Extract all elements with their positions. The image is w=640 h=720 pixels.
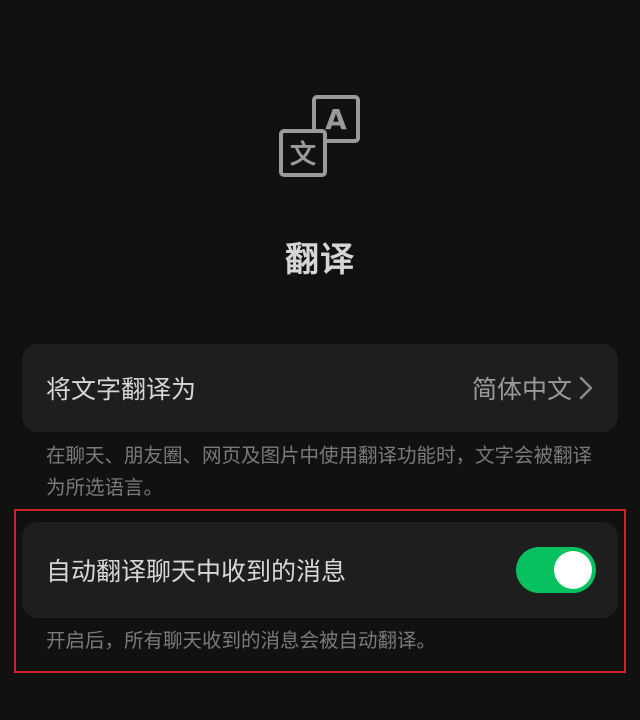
translate-icon: A 文 [279,95,360,177]
translate-target-value: 简体中文 [471,375,572,404]
translate-target-row[interactable]: 将文字翻译为 简体中文 [22,344,618,432]
auto-translate-label: 自动翻译聊天中收到的消息 [46,557,347,586]
translate-settings-screen: A 文 翻译 将文字翻译为 简体中文 在聊天、朋友圈、网页及图片中使用翻译功能时… [0,0,640,720]
auto-translate-row: 自动翻译聊天中收到的消息 [22,522,618,618]
translate-icon-cjk-glyph: 文 [290,139,317,170]
chevron-right-icon [579,376,593,400]
toggle-knob [554,551,592,589]
translate-target-label: 将文字翻译为 [46,375,197,404]
auto-translate-description: 开启后，所有聊天收到的消息会被自动翻译。 [46,629,437,652]
translate-icon-latin-glyph: A [325,103,347,136]
auto-translate-toggle[interactable] [516,547,596,593]
translate-target-description: 在聊天、朋友圈、网页及图片中使用翻译功能时，文字会被翻译为所选语言。 [46,444,593,499]
page-title: 翻译 [285,240,355,280]
